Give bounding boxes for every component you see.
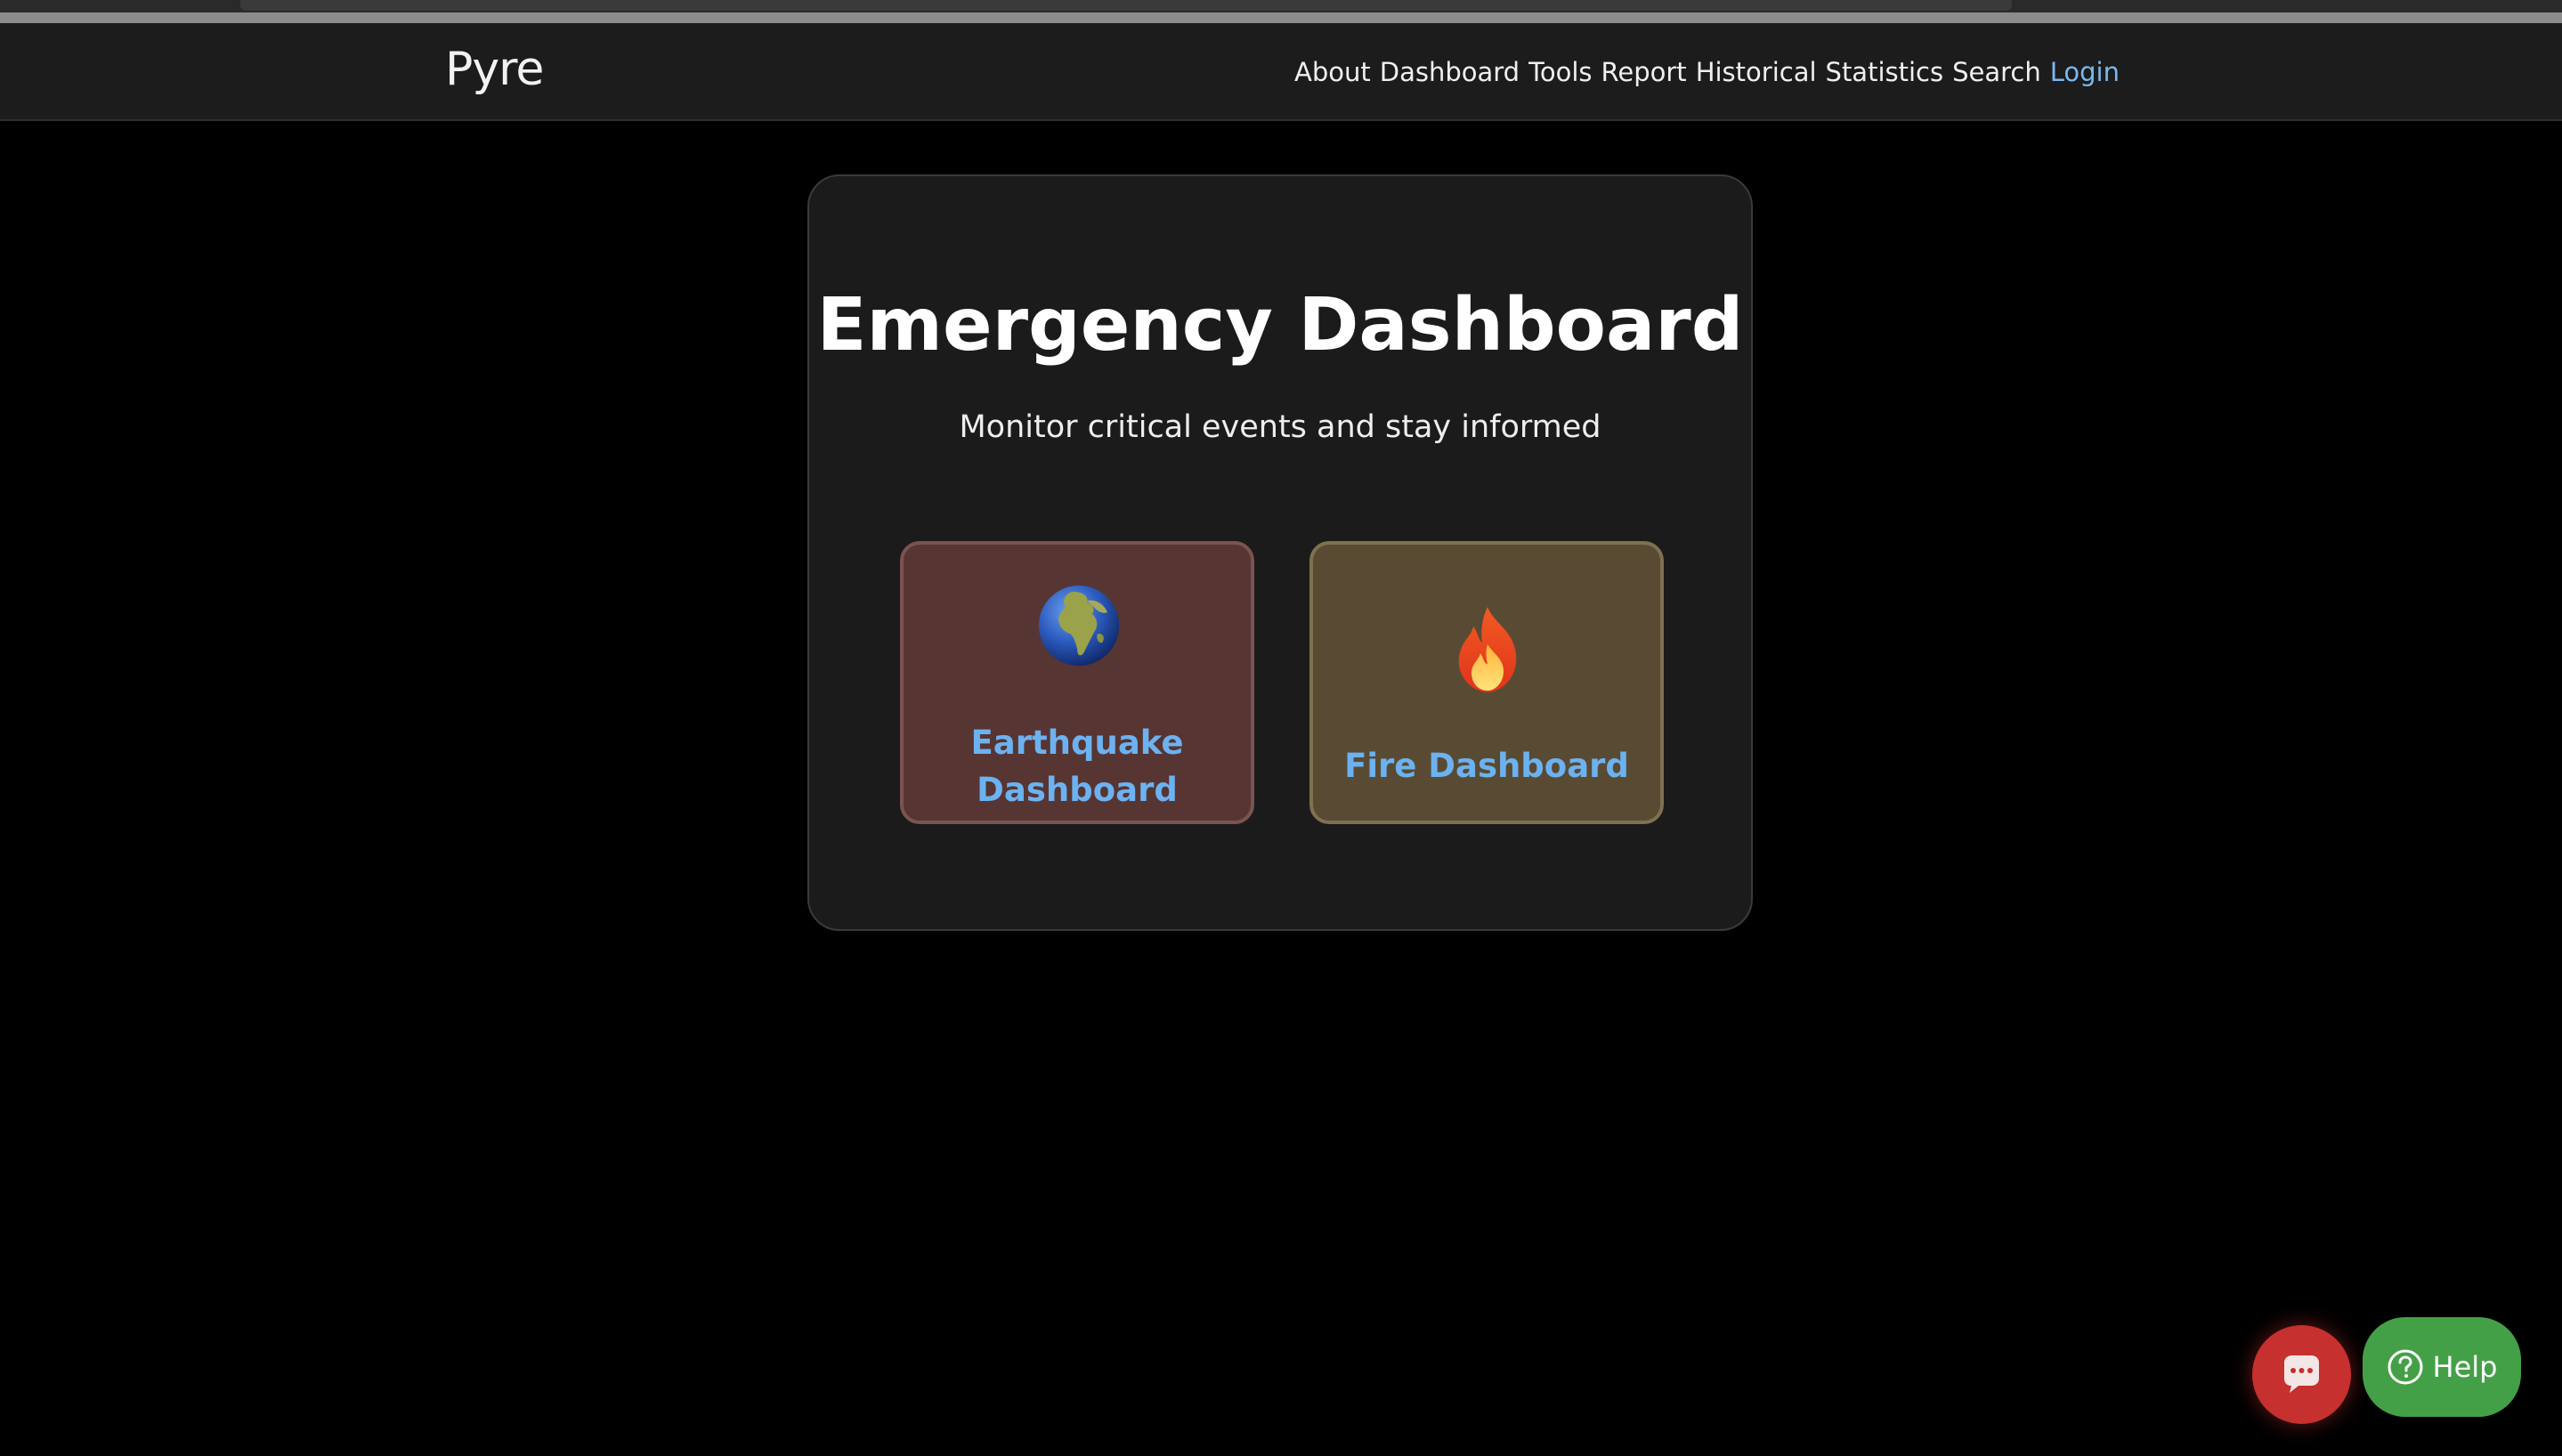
browser-top-strip-inner: [240, 0, 2012, 11]
page-title: Emergency Dashboard: [816, 283, 1744, 368]
dashboard-panel: Emergency Dashboard Monitor critical eve…: [807, 174, 1753, 931]
nav-link-historical[interactable]: Historical: [1696, 57, 1817, 87]
earthquake-card-label-line2: Dashboard: [977, 771, 1178, 809]
nav-link-statistics[interactable]: Statistics: [1826, 57, 1944, 87]
question-circle-icon: [2388, 1349, 2423, 1385]
chat-bubble-icon: [2284, 1355, 2319, 1393]
browser-scroll-line: [0, 12, 2562, 23]
fire-icon: [1458, 607, 1517, 692]
nav-links: About Dashboard Tools Report Historical …: [1294, 57, 2120, 87]
navbar: Pyre About Dashboard Tools Report Histor…: [0, 23, 2562, 121]
nav-link-tools[interactable]: Tools: [1528, 57, 1592, 87]
earthquake-card-label-line1: Earthquake: [970, 724, 1184, 762]
nav-link-dashboard[interactable]: Dashboard: [1380, 57, 1520, 87]
nav-link-login[interactable]: Login: [2050, 57, 2120, 87]
fire-card-label: Fire Dashboard: [1344, 747, 1629, 785]
earthquake-dashboard-card[interactable]: Earthquake Dashboard: [900, 541, 1254, 824]
help-button-label: Help: [2432, 1350, 2498, 1384]
help-button[interactable]: Help: [2363, 1317, 2521, 1417]
globe-icon: [1038, 585, 1120, 667]
nav-link-search[interactable]: Search: [1952, 57, 2041, 87]
page-subtitle: Monitor critical events and stay informe…: [959, 409, 1601, 445]
chat-button[interactable]: [2252, 1325, 2351, 1424]
brand-logo[interactable]: Pyre: [445, 43, 544, 96]
nav-link-about[interactable]: About: [1294, 57, 1371, 87]
nav-link-report[interactable]: Report: [1601, 57, 1687, 87]
browser-top-strip: [0, 0, 2562, 23]
fire-dashboard-card[interactable]: Fire Dashboard: [1309, 541, 1664, 824]
